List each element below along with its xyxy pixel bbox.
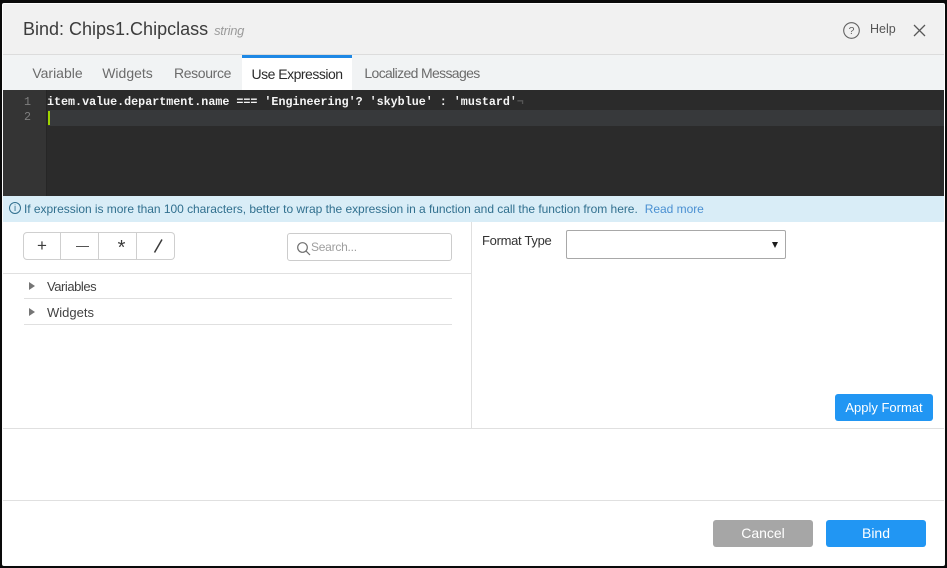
svg-text:?: ? <box>849 25 855 37</box>
